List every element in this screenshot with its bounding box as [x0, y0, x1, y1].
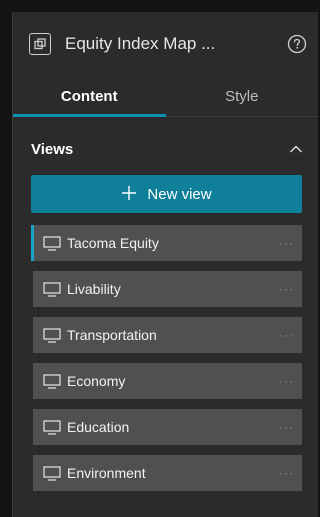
view-item-education[interactable]: Education ··· — [33, 409, 302, 445]
question-circle-icon[interactable] — [286, 33, 308, 55]
view-item-label: Economy — [67, 373, 126, 389]
view-item-tacoma-equity[interactable]: Tacoma Equity ··· — [31, 225, 302, 261]
tab-style[interactable]: Style — [166, 76, 319, 116]
ellipsis-icon[interactable]: ··· — [272, 328, 294, 342]
view-item-livability[interactable]: Livability ··· — [33, 271, 302, 307]
views-section-title: Views — [31, 140, 74, 158]
view-item-label: Tacoma Equity — [67, 235, 159, 251]
ellipsis-icon[interactable]: ··· — [272, 374, 294, 388]
view-item-label: Livability — [67, 281, 121, 297]
views-list: Tacoma Equity ··· Livability ··· Transpo… — [31, 225, 302, 491]
tab-bar: Content Style — [13, 76, 318, 117]
chevron-up-icon[interactable] — [288, 141, 304, 157]
view-item-environment[interactable]: Environment ··· — [33, 455, 302, 491]
ellipsis-icon[interactable]: ··· — [272, 282, 294, 296]
ellipsis-icon[interactable]: ··· — [272, 420, 294, 434]
ellipsis-icon[interactable]: ··· — [272, 236, 294, 250]
view-item-label: Environment — [67, 465, 146, 481]
views-section-header[interactable]: Views — [13, 117, 318, 175]
view-item-economy[interactable]: Economy ··· — [33, 363, 302, 399]
monitor-icon — [43, 327, 61, 343]
page-title: Equity Index Map ... — [65, 34, 216, 53]
side-panel: Equity Index Map ... Content Style Views… — [12, 12, 318, 517]
monitor-icon — [43, 281, 61, 297]
ellipsis-icon[interactable]: ··· — [272, 466, 294, 480]
view-item-label: Transportation — [67, 327, 157, 343]
monitor-icon — [43, 235, 61, 251]
view-item-label: Education — [67, 419, 130, 435]
monitor-icon — [43, 465, 61, 481]
monitor-icon — [43, 373, 61, 389]
app-window-icon — [29, 33, 51, 55]
plus-icon — [121, 183, 137, 205]
new-view-label: New view — [147, 185, 212, 203]
panel-header: Equity Index Map ... — [13, 12, 318, 76]
new-view-button[interactable]: New view — [31, 175, 302, 213]
view-item-transportation[interactable]: Transportation ··· — [33, 317, 302, 353]
tab-content[interactable]: Content — [13, 76, 166, 117]
monitor-icon — [43, 419, 61, 435]
